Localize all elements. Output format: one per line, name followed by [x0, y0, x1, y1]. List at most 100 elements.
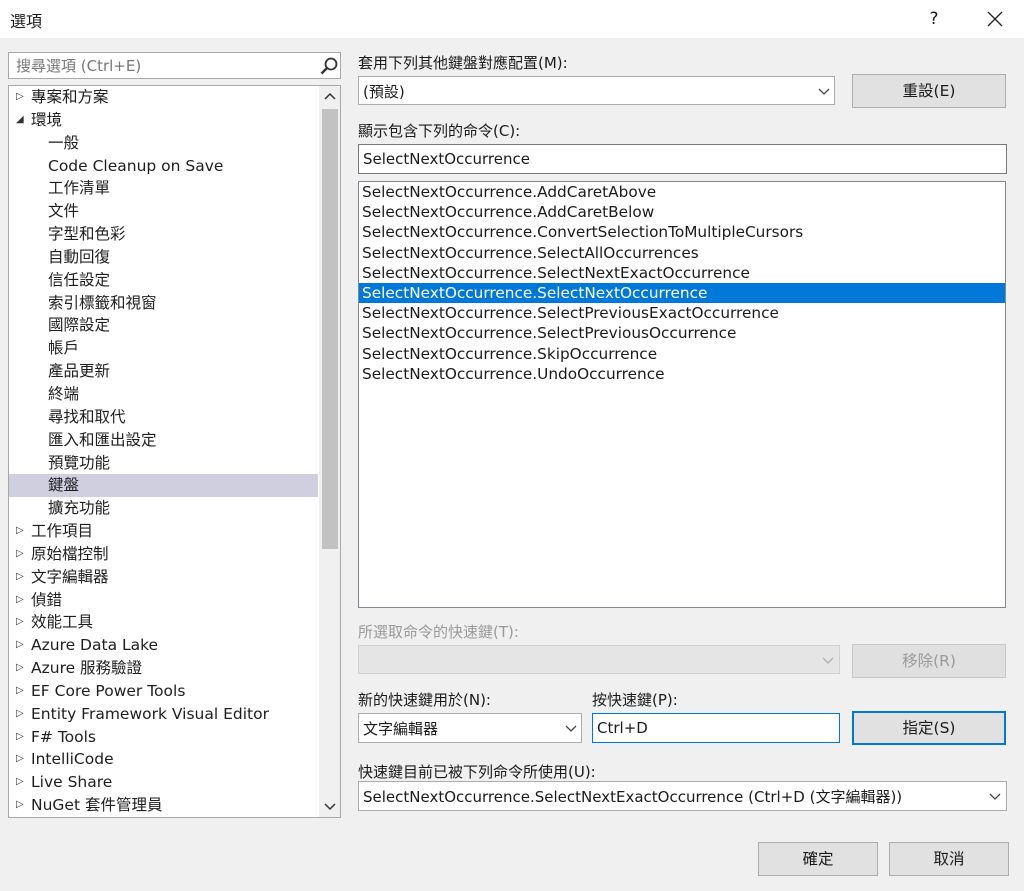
close-button[interactable] [978, 4, 1012, 34]
chevron-up-icon [324, 92, 336, 100]
tree-item[interactable]: ▷ Azure Data Lake [9, 634, 318, 657]
window-title: 選項 [10, 12, 43, 31]
tree-item[interactable]: 國際設定 [9, 314, 318, 337]
press-shortcut-input[interactable] [593, 714, 839, 742]
help-button[interactable]: ? [918, 4, 950, 34]
tree-scrollbar[interactable] [319, 86, 340, 817]
scroll-up-button[interactable] [319, 86, 340, 108]
tree-item-label: 一般 [48, 133, 80, 152]
expand-arrow-icon[interactable]: ▷ [16, 680, 28, 703]
tree-item[interactable]: ▷ 偵錯 [9, 589, 318, 612]
tree-item-label: 國際設定 [48, 316, 111, 335]
tree-item[interactable]: 一般 [9, 132, 318, 155]
ok-button[interactable]: 確定 [758, 842, 878, 876]
command-item[interactable]: SelectNextOccurrence.SelectAllOccurrence… [359, 243, 1005, 263]
tree-item[interactable]: 自動回復 [9, 246, 318, 269]
tree-item[interactable]: ▷ F# Tools [9, 726, 318, 749]
tree-item[interactable]: ▷ 工作項目 [9, 520, 318, 543]
expand-arrow-icon[interactable]: ▷ [16, 657, 28, 680]
press-shortcut-field [592, 713, 840, 743]
tree-item-label: Live Share [31, 773, 113, 792]
shortcut-scope-value: 文字編輯器 [363, 720, 439, 738]
tree-item[interactable]: 索引標籤和視窗 [9, 292, 318, 315]
assign-button[interactable]: 指定(S) [852, 711, 1006, 745]
tree-item[interactable]: 預覽功能 [9, 452, 318, 475]
command-item[interactable]: SelectNextOccurrence.SelectPreviousExact… [359, 303, 1005, 323]
show-commands-input[interactable] [359, 145, 1006, 173]
expand-arrow-icon[interactable]: ▷ [16, 748, 28, 771]
tree-item[interactable]: ▷ Live Share [9, 771, 318, 794]
command-item[interactable]: SelectNextOccurrence.UndoOccurrence [359, 364, 1005, 384]
tree-item[interactable]: ▷ 文字編輯器 [9, 566, 318, 589]
tree-item[interactable]: ▷ Entity Framework Visual Editor [9, 703, 318, 726]
tree-item-label: EF Core Power Tools [31, 681, 186, 700]
command-item[interactable]: SelectNextOccurrence.SelectPreviousOccur… [359, 323, 1005, 343]
expand-arrow-icon[interactable]: ▷ [16, 566, 28, 589]
command-item[interactable]: SelectNextOccurrence.ConvertSelectionToM… [359, 222, 1005, 242]
tree-item[interactable]: 匯入和匯出設定 [9, 429, 318, 452]
expand-arrow-icon[interactable]: ▷ [16, 520, 28, 543]
currently-used-value: SelectNextOccurrence.SelectNextExactOccu… [363, 788, 903, 806]
tree-item[interactable]: ▷ 原始檔控制 [9, 543, 318, 566]
tree-item[interactable]: ◢ 環境 [9, 109, 318, 132]
expand-arrow-icon[interactable]: ▷ [16, 86, 28, 109]
remove-button[interactable]: 移除(R) [852, 644, 1006, 678]
shortcut-scope-select[interactable]: 文字編輯器 [358, 713, 582, 743]
scroll-down-button[interactable] [319, 795, 340, 817]
tree-item[interactable]: ▷ 專案和方案 [9, 86, 318, 109]
tree-item[interactable]: 鍵盤 [9, 474, 318, 498]
scroll-thumb[interactable] [322, 109, 338, 549]
tree-item-label: Azure Data Lake [31, 636, 159, 655]
shortcut-scope-label: 新的快速鍵用於(N): [358, 691, 491, 709]
tree-item-label: 終端 [48, 384, 80, 403]
tree-item[interactable]: ▷ EF Core Power Tools [9, 680, 318, 703]
command-item[interactable]: SelectNextOccurrence.AddCaretAbove [359, 182, 1005, 202]
tree-item[interactable]: ▷ IntelliCode [9, 748, 318, 771]
tree-item[interactable]: 尋找和取代 [9, 406, 318, 429]
tree-item[interactable]: 工作清單 [9, 177, 318, 200]
tree-item-label: 環境 [31, 110, 63, 129]
tree-item[interactable]: 產品更新 [9, 360, 318, 383]
tree-item[interactable]: 文件 [9, 200, 318, 223]
expand-arrow-icon[interactable]: ▷ [16, 543, 28, 566]
tree-item[interactable]: 信任設定 [9, 269, 318, 292]
expand-arrow-icon[interactable]: ▷ [16, 589, 28, 612]
tree-item[interactable]: 擴充功能 [9, 497, 318, 520]
tree-item-label: 鍵盤 [48, 476, 80, 495]
shortcuts-select[interactable] [358, 645, 840, 674]
expand-arrow-icon[interactable]: ▷ [16, 771, 28, 794]
chevron-down-icon [989, 793, 1001, 800]
currently-used-select[interactable]: SelectNextOccurrence.SelectNextExactOccu… [358, 781, 1007, 811]
tree-item[interactable]: Code Cleanup on Save [9, 155, 318, 178]
tree-item-label: 效能工具 [31, 613, 94, 632]
expand-arrow-icon[interactable]: ▷ [16, 703, 28, 726]
cancel-button[interactable]: 取消 [889, 842, 1009, 876]
mapping-scheme-select[interactable]: (預設) [358, 76, 835, 105]
tree-item-label: 原始檔控制 [31, 544, 109, 563]
tree-item-label: 文字編輯器 [31, 567, 109, 586]
tree-item[interactable]: ▷ 效能工具 [9, 611, 318, 634]
chevron-down-icon [565, 725, 577, 732]
expand-arrow-icon[interactable]: ▷ [16, 634, 28, 657]
command-item[interactable]: SelectNextOccurrence.SelectNextOccurrenc… [359, 282, 1005, 304]
expand-arrow-icon[interactable]: ▷ [16, 794, 28, 817]
tree-item[interactable]: 帳戶 [9, 337, 318, 360]
command-item[interactable]: SelectNextOccurrence.SelectNextExactOccu… [359, 263, 1005, 283]
search-icon[interactable] [319, 56, 339, 76]
tree-item-label: IntelliCode [31, 750, 114, 769]
mapping-scheme-value: (預設) [363, 83, 405, 101]
reset-button[interactable]: 重設(E) [852, 74, 1006, 108]
collapse-arrow-icon[interactable]: ◢ [16, 109, 28, 132]
tree-item[interactable]: ▷ Azure 服務驗證 [9, 657, 318, 680]
tree-item-label: 信任設定 [48, 270, 111, 289]
tree-item[interactable]: ▷ NuGet 套件管理員 [9, 794, 318, 817]
chevron-down-icon [822, 657, 834, 664]
expand-arrow-icon[interactable]: ▷ [16, 611, 28, 634]
expand-arrow-icon[interactable]: ▷ [16, 726, 28, 749]
command-item[interactable]: SelectNextOccurrence.SkipOccurrence [359, 344, 1005, 364]
tree-item[interactable]: 終端 [9, 383, 318, 406]
tree-item-label: 匯入和匯出設定 [48, 430, 157, 449]
tree-item[interactable]: 字型和色彩 [9, 223, 318, 246]
command-item[interactable]: SelectNextOccurrence.AddCaretBelow [359, 202, 1005, 222]
search-input[interactable] [9, 53, 309, 78]
